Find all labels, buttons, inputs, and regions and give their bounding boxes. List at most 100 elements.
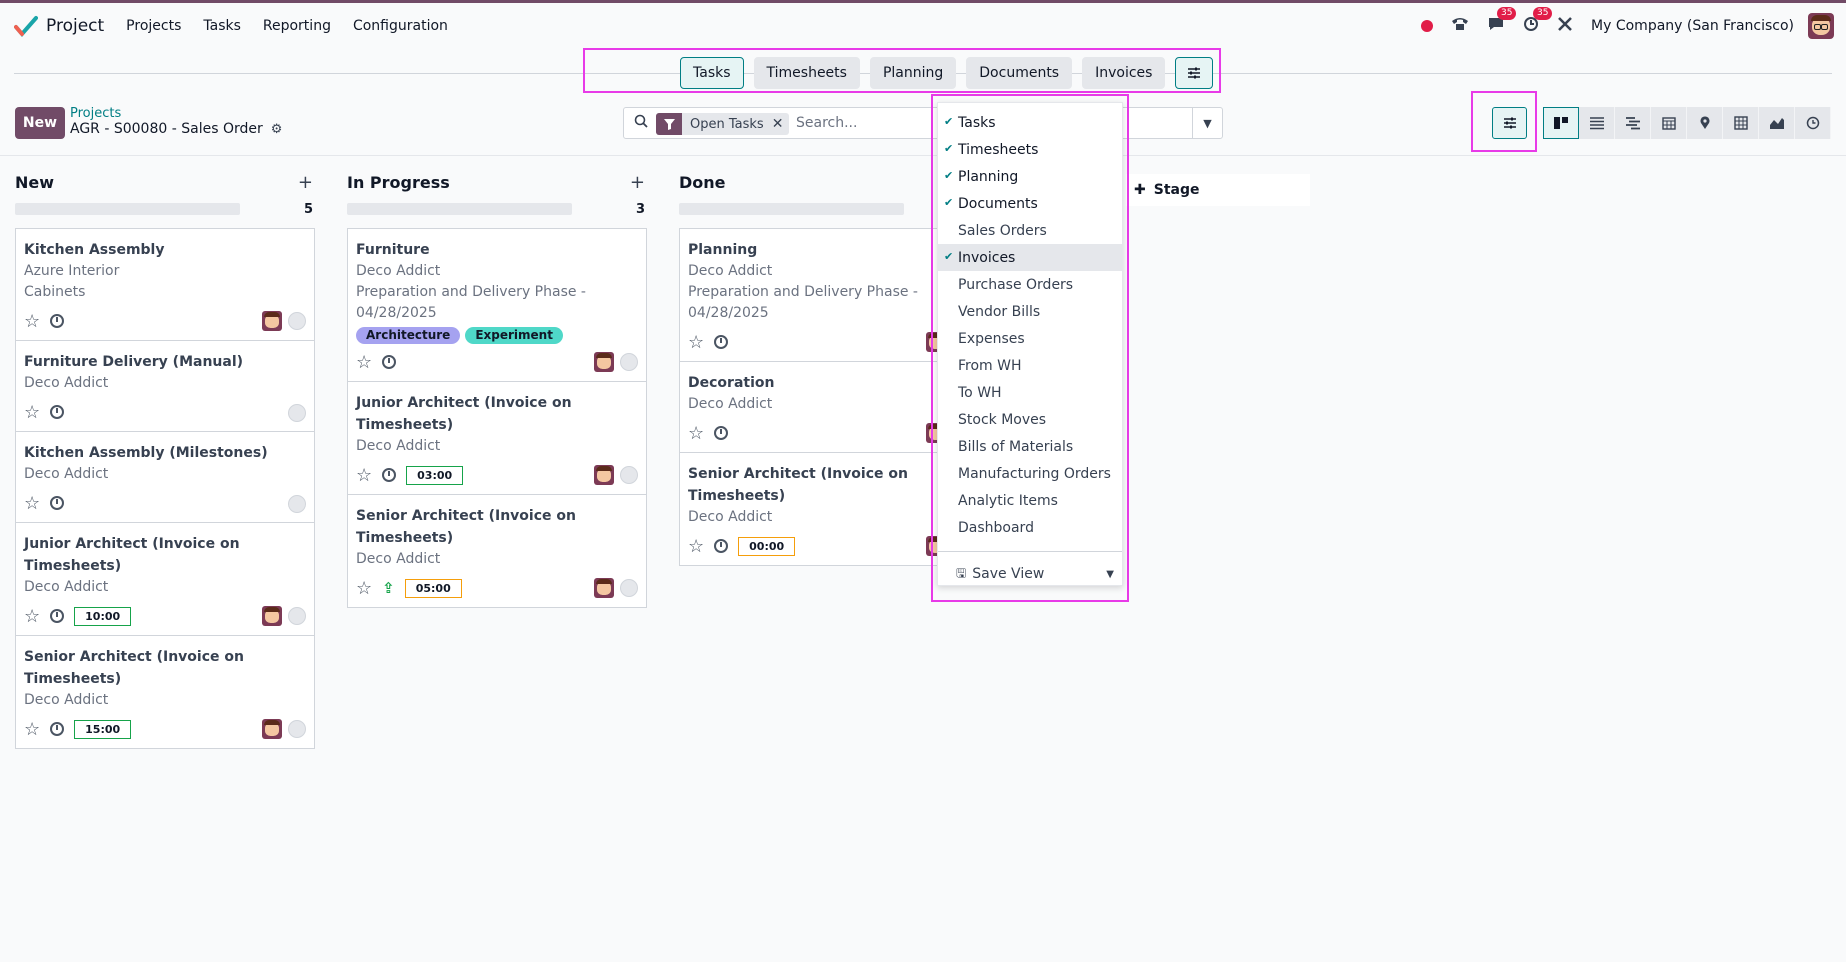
calendar-view-icon[interactable]: [1651, 107, 1687, 139]
recording-dot-icon[interactable]: [1421, 20, 1434, 32]
embedded-planning-button[interactable]: Planning: [869, 57, 957, 89]
quick-create-icon[interactable]: +: [298, 172, 313, 193]
dropdown-item-sales-orders[interactable]: Sales Orders: [938, 217, 1122, 244]
clock-icon[interactable]: [50, 496, 65, 510]
star-icon[interactable]: ☆: [356, 352, 372, 373]
kanban-view-icon[interactable]: [1543, 107, 1579, 139]
add-stage-button[interactable]: ✚ Stage: [1126, 174, 1310, 206]
activity-clock-icon[interactable]: 35: [1523, 7, 1553, 36]
clock-icon[interactable]: [714, 539, 729, 553]
clock-icon[interactable]: [50, 314, 65, 328]
status-circle[interactable]: [620, 466, 638, 484]
gear-icon[interactable]: ⚙: [271, 122, 283, 137]
dropdown-item-bills-of-materials[interactable]: Bills of Materials: [938, 433, 1122, 460]
menu-reporting[interactable]: Reporting: [263, 18, 331, 34]
star-icon[interactable]: ☆: [24, 493, 40, 514]
search-input[interactable]: Search...: [796, 115, 857, 131]
avatar[interactable]: [594, 578, 614, 598]
embedded-documents-button[interactable]: Documents: [966, 57, 1073, 89]
embedded-timesheets-button[interactable]: Timesheets: [753, 57, 860, 89]
user-avatar[interactable]: [1808, 13, 1834, 39]
kanban-card[interactable]: Kitchen Assembly (Milestones) Deco Addic…: [15, 432, 315, 523]
clock-icon[interactable]: [382, 355, 397, 369]
dropdown-item-analytic-items[interactable]: Analytic Items: [938, 487, 1122, 514]
status-circle[interactable]: [620, 353, 638, 371]
embedded-settings-button[interactable]: [1175, 57, 1214, 89]
dropdown-item-to-wh[interactable]: To WH: [938, 379, 1122, 406]
dropdown-item-planning[interactable]: ✔ Planning: [938, 163, 1122, 190]
dropdown-item-purchase-orders[interactable]: Purchase Orders: [938, 271, 1122, 298]
star-icon[interactable]: ☆: [356, 465, 372, 486]
pivot-view-icon[interactable]: [1723, 107, 1759, 139]
clock-icon[interactable]: [714, 335, 729, 349]
search-options-toggle[interactable]: ▼: [1192, 108, 1222, 138]
company-switcher[interactable]: My Company (San Francisco): [1591, 18, 1794, 34]
app-brand[interactable]: Project: [14, 14, 104, 38]
embedded-tasks-button[interactable]: Tasks: [680, 57, 744, 89]
gantt-view-icon[interactable]: [1615, 107, 1651, 139]
kanban-card[interactable]: Junior Architect (Invoice on Timesheets)…: [347, 382, 647, 495]
view-settings-button[interactable]: [1492, 107, 1527, 139]
menu-projects[interactable]: Projects: [126, 18, 181, 34]
new-button[interactable]: New: [15, 107, 65, 139]
dropdown-item-stock-moves[interactable]: Stock Moves: [938, 406, 1122, 433]
star-icon[interactable]: ☆: [688, 423, 704, 444]
map-view-icon[interactable]: [1687, 107, 1723, 139]
menu-configuration[interactable]: Configuration: [353, 18, 448, 34]
avatar[interactable]: [594, 465, 614, 485]
dropdown-item-from-wh[interactable]: From WH: [938, 352, 1122, 379]
clock-icon[interactable]: [50, 405, 65, 419]
dropdown-item-documents[interactable]: ✔ Documents: [938, 190, 1122, 217]
status-circle[interactable]: [288, 720, 306, 738]
dropdown-item-tasks[interactable]: ✔ Tasks: [938, 109, 1122, 136]
progress-bar[interactable]: [347, 203, 572, 215]
dropdown-item-timesheets[interactable]: ✔ Timesheets: [938, 136, 1122, 163]
clock-icon[interactable]: [50, 722, 65, 736]
kanban-card[interactable]: Senior Architect (Invoice on Timesheets)…: [347, 495, 647, 608]
kanban-card[interactable]: Senior Architect (Invoice on Timesheets)…: [15, 636, 315, 749]
status-circle[interactable]: [620, 579, 638, 597]
chat-icon[interactable]: 35: [1487, 7, 1517, 36]
kanban-card[interactable]: Furniture Delivery (Manual) Deco Addict …: [15, 341, 315, 432]
avatar[interactable]: [262, 311, 282, 331]
progress-bar[interactable]: [679, 203, 904, 215]
tools-icon[interactable]: [1557, 16, 1573, 36]
kanban-card[interactable]: Furniture Deco Addict Preparation and De…: [347, 228, 647, 382]
dropdown-item-dashboard[interactable]: Dashboard: [938, 514, 1122, 541]
remove-facet-icon[interactable]: ✕: [772, 116, 790, 132]
star-icon[interactable]: ☆: [24, 606, 40, 627]
kanban-card[interactable]: Kitchen Assembly Azure Interior Cabinets…: [15, 228, 315, 341]
star-icon[interactable]: ☆: [24, 402, 40, 423]
avatar[interactable]: [262, 606, 282, 626]
avatar[interactable]: [262, 719, 282, 739]
star-icon[interactable]: ☆: [24, 311, 40, 332]
star-icon[interactable]: ☆: [24, 719, 40, 740]
clock-icon[interactable]: [382, 468, 397, 482]
dropdown-item-vendor-bills[interactable]: Vendor Bills: [938, 298, 1122, 325]
quick-create-icon[interactable]: +: [630, 172, 645, 193]
phone-icon[interactable]: [1451, 16, 1469, 36]
breadcrumb-projects[interactable]: Projects: [70, 106, 121, 121]
status-circle[interactable]: [288, 607, 306, 625]
star-icon[interactable]: ☆: [688, 332, 704, 353]
star-icon[interactable]: ☆: [356, 578, 372, 599]
status-circle[interactable]: [288, 312, 306, 330]
dropdown-item-invoices[interactable]: ✔ Invoices: [938, 244, 1122, 271]
clock-icon[interactable]: [714, 426, 729, 440]
save-view-button[interactable]: 🖫 Save View ▼: [938, 560, 1122, 588]
avatar[interactable]: [594, 352, 614, 372]
dropdown-item-expenses[interactable]: Expenses: [938, 325, 1122, 352]
status-circle[interactable]: [288, 404, 306, 422]
star-icon[interactable]: ☆: [688, 536, 704, 557]
kanban-card[interactable]: Junior Architect (Invoice on Timesheets)…: [15, 523, 315, 636]
activity-view-icon[interactable]: [1795, 107, 1831, 139]
graph-view-icon[interactable]: [1759, 107, 1795, 139]
upload-icon[interactable]: ⇪: [382, 579, 395, 597]
status-circle[interactable]: [288, 495, 306, 513]
list-view-icon[interactable]: [1579, 107, 1615, 139]
clock-icon[interactable]: [50, 609, 65, 623]
embedded-invoices-button[interactable]: Invoices: [1082, 57, 1166, 89]
progress-bar[interactable]: [15, 203, 240, 215]
menu-tasks[interactable]: Tasks: [203, 18, 241, 34]
dropdown-item-manufacturing-orders[interactable]: Manufacturing Orders: [938, 460, 1122, 487]
